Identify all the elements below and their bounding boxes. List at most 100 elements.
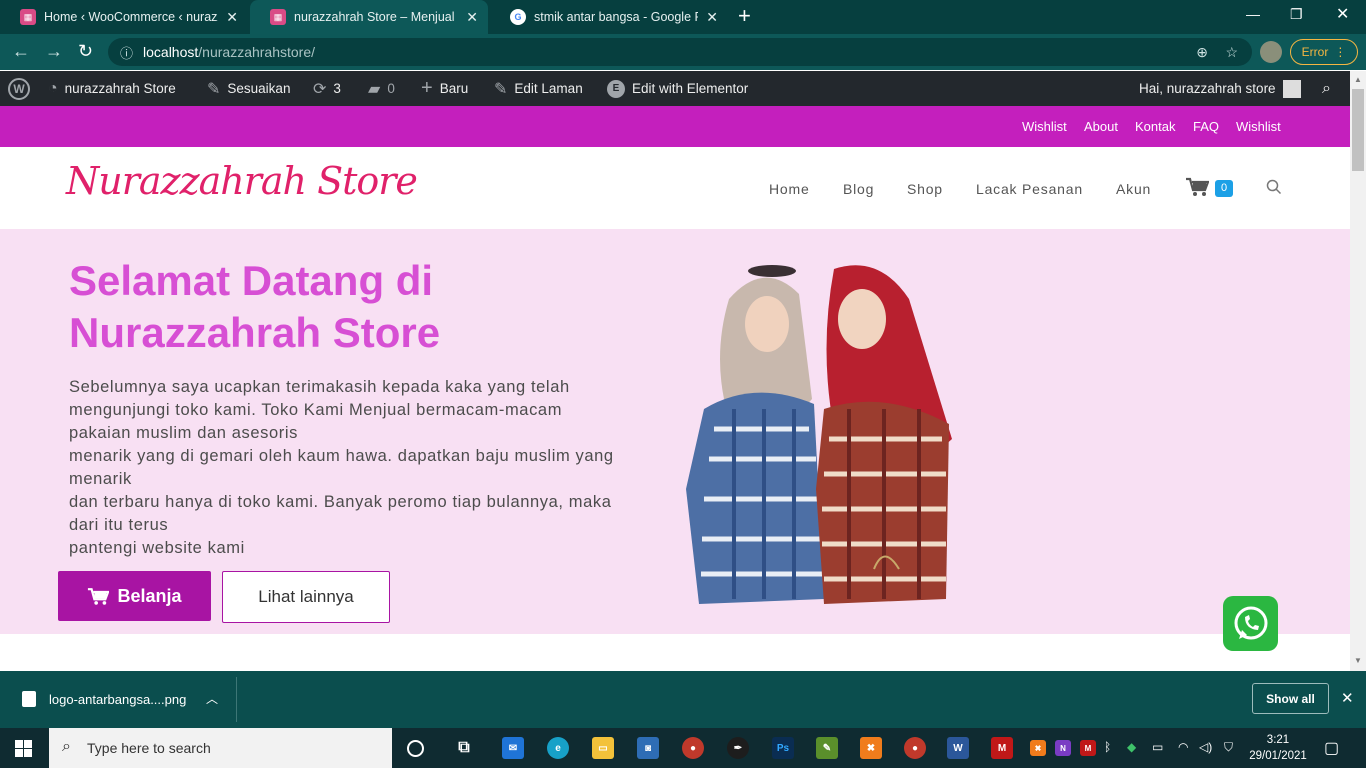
woocommerce-favicon-icon: ▦ — [20, 9, 36, 25]
show-all-button[interactable]: Show all — [1252, 683, 1329, 714]
scroll-up-icon[interactable]: ▲ — [1354, 75, 1362, 84]
belanja-label: Belanja — [117, 585, 182, 606]
wp-new[interactable]: + Baru — [421, 71, 468, 106]
menu-lacak-pesanan[interactable]: Lacak Pesanan — [976, 181, 1083, 197]
wifi-icon[interactable]: ◠ — [1178, 740, 1188, 754]
restore-icon[interactable]: ❐ — [1290, 6, 1303, 23]
wp-comments[interactable]: ▰ 0 — [368, 71, 395, 106]
network-app-icon[interactable]: ◆ — [1127, 740, 1136, 754]
profile-avatar[interactable] — [1260, 41, 1282, 63]
whatsapp-button[interactable] — [1223, 596, 1278, 651]
scroll-down-icon[interactable]: ▼ — [1354, 656, 1362, 665]
menu-blog[interactable]: Blog — [843, 181, 874, 197]
site-top-bar: Wishlist About Kontak FAQ Wishlist — [0, 106, 1350, 147]
topnav-kontak[interactable]: Kontak — [1135, 119, 1175, 134]
edge-icon[interactable]: e — [547, 737, 569, 759]
topnav-wishlist[interactable]: Wishlist — [1022, 119, 1067, 134]
comment-icon: ▰ — [368, 80, 381, 98]
error-label: Error — [1301, 45, 1329, 59]
download-filename[interactable]: logo-antarbangsa....png — [49, 692, 186, 707]
xampp-tray-icon[interactable]: ✖ — [1030, 740, 1046, 756]
elementor-icon: E — [607, 79, 625, 98]
new-tab-button[interactable]: + — [738, 5, 751, 27]
menu-shop[interactable]: Shop — [907, 181, 943, 197]
wp-search-icon[interactable]: ⌕ — [1322, 71, 1331, 106]
hero-text-line: mengunjungi toko kami. Toko Kami Menjual… — [69, 401, 563, 419]
site-logo[interactable]: Nurazzahrah Store — [66, 159, 418, 203]
file-explorer-icon[interactable]: ▭ — [592, 737, 614, 759]
mail-icon[interactable]: ✉ — [502, 737, 524, 759]
windows-start-icon[interactable] — [15, 740, 32, 757]
clock[interactable]: 3:21 29/01/2021 — [1249, 732, 1307, 764]
close-tab-icon[interactable]: ✕ — [226, 9, 238, 26]
address-bar[interactable]: ⓘ localhost/nurazzahrahstore/ ⊕ ☆ — [108, 38, 1252, 66]
tab-nurazzahrah-store[interactable]: ▦ nurazzahrah Store – Menjual pro ✕ — [250, 0, 488, 34]
wp-edit-elementor[interactable]: E Edit with Elementor — [607, 71, 748, 106]
chrome-icon-2[interactable]: ● — [904, 737, 926, 759]
hero-title-line-2: Nurazzahrah Store — [69, 309, 441, 356]
battery-icon[interactable]: ▭ — [1152, 740, 1163, 754]
camera-app-icon[interactable]: ◙ — [637, 737, 659, 759]
bluetooth-icon[interactable]: ᛒ — [1104, 740, 1111, 754]
wp-updates[interactable]: ⟳ 3 — [313, 71, 341, 106]
cart-icon — [88, 587, 110, 605]
xampp-icon[interactable]: ✖ — [860, 737, 882, 759]
word-icon[interactable]: W — [947, 737, 969, 759]
hero-text-line: menarik — [69, 470, 132, 488]
close-tab-icon[interactable]: ✕ — [706, 9, 718, 26]
belanja-button[interactable]: Belanja — [58, 571, 211, 621]
chrome-icon-1[interactable]: ● — [682, 737, 704, 759]
cart-icon[interactable] — [1185, 177, 1209, 197]
wp-customize[interactable]: ✎ Sesuaikan — [207, 71, 290, 106]
volume-icon[interactable]: ◁) — [1199, 740, 1212, 754]
close-shelf-icon[interactable]: ✕ — [1341, 689, 1354, 707]
wp-edit-page[interactable]: ✎ Edit Laman — [494, 71, 583, 106]
search-icon[interactable] — [1266, 179, 1282, 195]
menu-home[interactable]: Home — [769, 181, 810, 197]
zoom-icon[interactable]: ⊕ — [1196, 44, 1208, 61]
error-button[interactable]: Error ⋮ — [1290, 39, 1358, 65]
mcafee-icon[interactable]: M — [991, 737, 1013, 759]
taskbar-search-input[interactable]: ⌕ Type here to search — [49, 728, 392, 768]
tab-title: nurazzahrah Store – Menjual pro — [294, 10, 459, 24]
cortana-icon[interactable] — [407, 740, 424, 757]
topnav-faq[interactable]: FAQ — [1193, 119, 1219, 134]
plus-icon: + — [421, 77, 433, 99]
wp-account[interactable]: Hai, nurazzahrah store — [1139, 71, 1301, 106]
hero-text-line: menarik yang di gemari oleh kaum hawa. d… — [69, 447, 614, 465]
topnav-about[interactable]: About — [1084, 119, 1118, 134]
wordpress-logo-icon[interactable]: W — [8, 71, 30, 106]
close-tab-icon[interactable]: ✕ — [466, 9, 478, 26]
task-view-icon[interactable]: ⧉ — [453, 737, 475, 759]
photoshop-icon[interactable]: Ps — [772, 737, 794, 759]
scrollbar-thumb[interactable] — [1352, 89, 1364, 171]
tab-woocommerce[interactable]: ▦ Home ‹ WooCommerce ‹ nurazza ✕ — [0, 0, 248, 34]
tab-google-search[interactable]: G stmik antar bangsa - Google Pen ✕ — [490, 0, 728, 34]
page-scrollbar[interactable]: ▲ ▼ — [1350, 71, 1366, 671]
minimize-icon[interactable]: — — [1246, 6, 1260, 22]
hero-text-line: pakaian muslim dan asesoris — [69, 424, 298, 442]
site-info-icon[interactable]: ⓘ — [120, 43, 133, 62]
menu-akun[interactable]: Akun — [1116, 181, 1151, 197]
security-shield-icon[interactable]: ⛉ — [1224, 740, 1233, 755]
hero-section: Selamat Datang di Nurazzahrah Store Sebe… — [0, 229, 1350, 634]
topnav-wishlist-2[interactable]: Wishlist — [1236, 119, 1281, 134]
notepad-plus-icon[interactable]: ✎ — [816, 737, 838, 759]
forward-icon[interactable]: → — [45, 41, 63, 62]
onenote-tray-icon[interactable]: N — [1055, 740, 1071, 756]
updates-icon: ⟳ — [313, 80, 327, 98]
wp-site-name[interactable]: ◔ nurazzahrah Store — [48, 71, 176, 106]
notification-icon[interactable]: ▢ — [1324, 738, 1339, 758]
hero-text-line: pantengi website kami — [69, 539, 245, 557]
mcafee-tray-icon[interactable]: M — [1080, 740, 1096, 756]
reload-icon[interactable]: ↻ — [78, 41, 93, 62]
close-window-icon[interactable]: ✕ — [1336, 4, 1349, 24]
inkscape-icon[interactable]: ✒ — [727, 737, 749, 759]
lihat-lainnya-button[interactable]: Lihat lainnya — [222, 571, 390, 623]
search-icon: ⌕ — [62, 738, 71, 755]
customize-label: Sesuaikan — [227, 81, 291, 96]
bookmark-star-icon[interactable]: ☆ — [1225, 44, 1238, 61]
chevron-up-icon[interactable]: ︿ — [206, 690, 218, 707]
back-icon[interactable]: ← — [12, 41, 30, 62]
windows-taskbar: ⌕ Type here to search ⧉ ✉ e ▭ ◙ ● ✒ Ps ✎… — [0, 728, 1366, 768]
